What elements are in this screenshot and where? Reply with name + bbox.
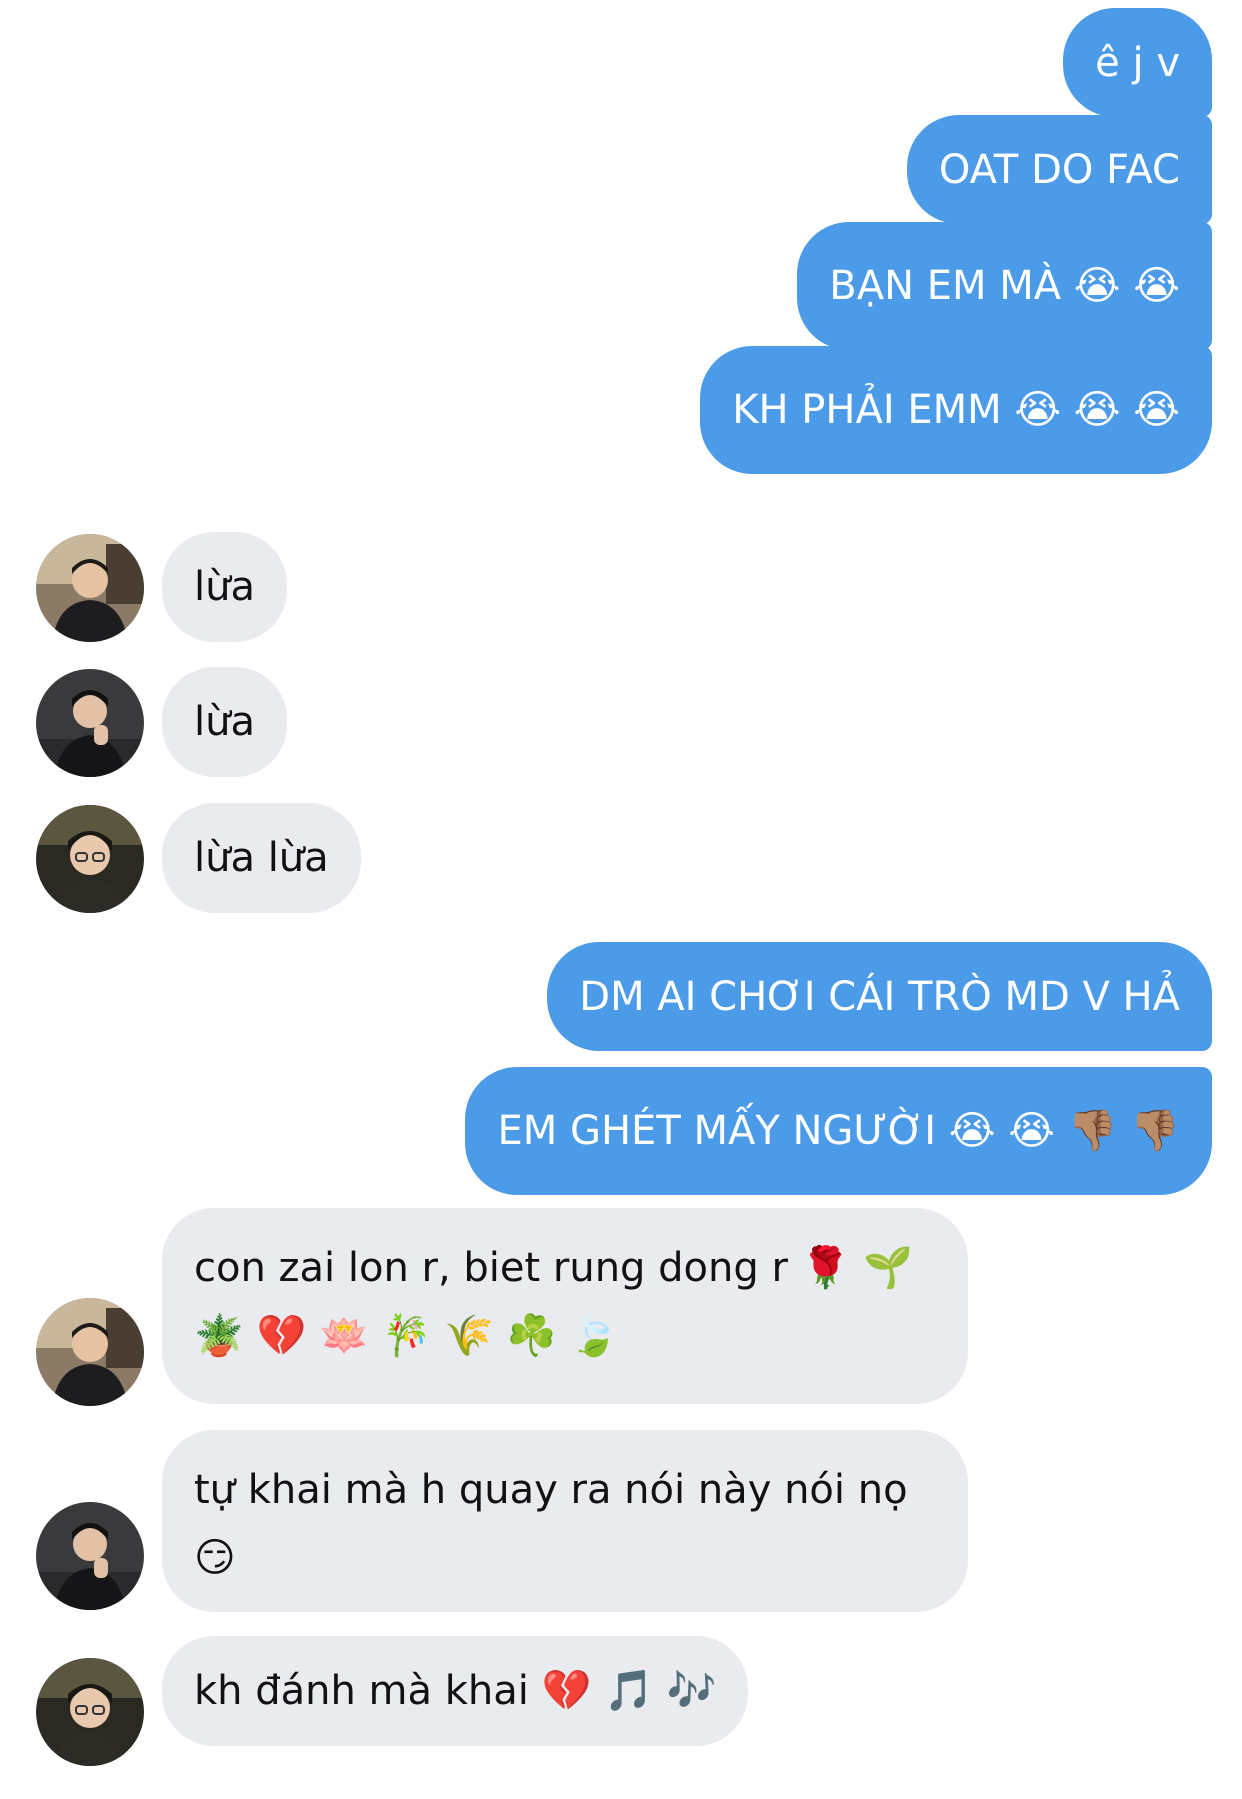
avatar[interactable] (36, 669, 144, 777)
incoming-message[interactable]: lừa (162, 667, 287, 777)
outgoing-message[interactable]: KH PHẢI EMM 😭 😭 😭 (700, 346, 1212, 474)
message-text: OAT DO FAC (938, 146, 1180, 193)
avatar[interactable] (36, 1502, 144, 1610)
incoming-message[interactable]: lừa lừa (162, 803, 361, 913)
avatar-photo-icon (36, 1502, 144, 1610)
incoming-message[interactable]: tự khai mà h quay ra nói này nói nọ 😏 (162, 1430, 968, 1612)
incoming-message[interactable]: con zai lon r, biet rung dong r 🌹 🌱 🪴 💔 … (162, 1208, 968, 1404)
incoming-message[interactable]: lừa (162, 532, 287, 642)
avatar-photo-icon (36, 1658, 144, 1766)
outgoing-message[interactable]: DM AI CHƠI CÁI TRÒ MD V HẢ (547, 942, 1212, 1051)
message-text: lừa (194, 699, 255, 745)
message-text: con zai lon r, biet rung dong r 🌹 🌱 🪴 💔 … (194, 1245, 913, 1359)
avatar[interactable] (36, 1298, 144, 1406)
message-text: DM AI CHƠI CÁI TRÒ MD V HẢ (579, 973, 1180, 1020)
message-text: lừa lừa (194, 835, 329, 881)
message-text: KH PHẢI EMM 😭 😭 😭 (732, 387, 1180, 433)
avatar-photo-icon (36, 534, 144, 642)
outgoing-message[interactable]: ê j v (1063, 8, 1212, 117)
message-text: BẠN EM MÀ 😭 😭 (829, 263, 1180, 309)
avatar[interactable] (36, 1658, 144, 1766)
incoming-message[interactable]: kh đánh mà khai 💔 🎵 🎶 (162, 1636, 749, 1746)
message-text: lừa (194, 564, 255, 610)
avatar[interactable] (36, 534, 144, 642)
message-text: tự khai mà h quay ra nói này nói nọ 😏 (194, 1467, 908, 1581)
outgoing-message[interactable]: BẠN EM MÀ 😭 😭 (797, 222, 1212, 350)
avatar-photo-icon (36, 669, 144, 777)
chat-thread[interactable]: ê j v OAT DO FAC BẠN EM MÀ 😭 😭 KH PHẢI E… (0, 0, 1242, 1799)
message-text: EM GHÉT MẤY NGƯỜI 😭 😭 👎🏽 👎🏽 (497, 1108, 1180, 1154)
avatar[interactable] (36, 805, 144, 913)
message-text: ê j v (1095, 39, 1180, 86)
message-text: kh đánh mà khai 💔 🎵 🎶 (194, 1668, 717, 1714)
outgoing-message[interactable]: EM GHÉT MẤY NGƯỜI 😭 😭 👎🏽 👎🏽 (465, 1067, 1212, 1195)
outgoing-message[interactable]: OAT DO FAC (906, 115, 1212, 224)
avatar-photo-icon (36, 805, 144, 913)
avatar-photo-icon (36, 1298, 144, 1406)
